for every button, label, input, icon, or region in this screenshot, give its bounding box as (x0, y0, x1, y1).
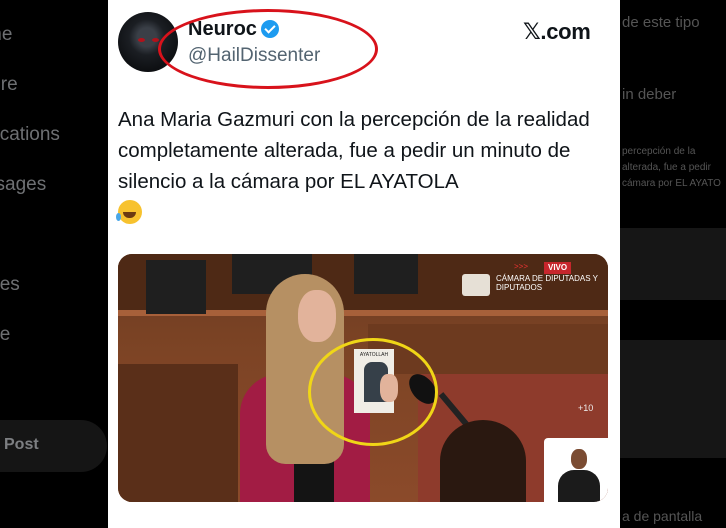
rolling-laughing-emoji-icon (116, 200, 142, 224)
tweet-text: Ana Maria Gazmuri con la percepción de l… (116, 104, 613, 229)
background-media-thumb (618, 228, 726, 300)
background-snippet: a de pantalla (622, 508, 703, 524)
background-right-column: de este tipo in deber percepción de la a… (612, 0, 726, 528)
background-snippet: alterada, fue a pedir (622, 162, 711, 173)
tweet-body: Ana Maria Gazmuri con la percepción de l… (118, 108, 590, 193)
tweet-video[interactable]: AYATOLLAH CÁMARA DE DIPUTADAS Y DIPUTADO… (118, 254, 608, 502)
yellow-annotation-circle (308, 338, 438, 446)
desk-monitor (146, 260, 206, 314)
sidebar-item-explore[interactable]: lore (0, 74, 18, 96)
sidebar-item-articles[interactable]: cles (0, 274, 20, 296)
avatar-eye (138, 38, 145, 42)
desk-monitor (354, 254, 418, 294)
signer-head (571, 449, 587, 469)
live-arrows: >>> (514, 262, 529, 271)
background-snippet: de este tipo (622, 14, 700, 31)
speaker-face (298, 290, 336, 342)
background-snippet: cámara por EL AYATO (622, 178, 721, 189)
sidebar-item-notifications[interactable]: ifications (0, 124, 60, 146)
sidebar-item-messages[interactable]: ssages (0, 174, 46, 196)
avatar-eye (152, 38, 159, 42)
foreground-head (440, 420, 526, 502)
sidebar-item-profile[interactable]: file (0, 324, 10, 346)
signer-body (558, 470, 600, 502)
background-snippet: in deber (622, 86, 677, 103)
broadcaster-name: CÁMARA DE DIPUTADAS Y DIPUTADOS (496, 274, 598, 292)
wood-bench (118, 364, 238, 502)
x-brand-logo: 𝕏.com (523, 19, 591, 44)
background-media-thumb (618, 340, 726, 458)
chamber-crest-icon (462, 274, 490, 296)
sidebar-item-home[interactable]: me (0, 24, 12, 46)
broadcaster-logo: CÁMARA DE DIPUTADAS Y DIPUTADOS (462, 272, 608, 296)
live-badge: VIVO (544, 262, 572, 274)
tweet-card: Neuroc @HailDissenter 𝕏.com Ana Maria Ga… (108, 0, 620, 528)
red-annotation-circle (158, 9, 378, 89)
skip-forward-button[interactable]: +10 (578, 403, 593, 413)
post-button-label: Post (4, 436, 39, 453)
post-button[interactable]: Post (0, 420, 107, 472)
background-snippet: percepción de la (622, 146, 696, 157)
background-sidebar: me lore ifications ssages k cles file e … (0, 0, 108, 528)
